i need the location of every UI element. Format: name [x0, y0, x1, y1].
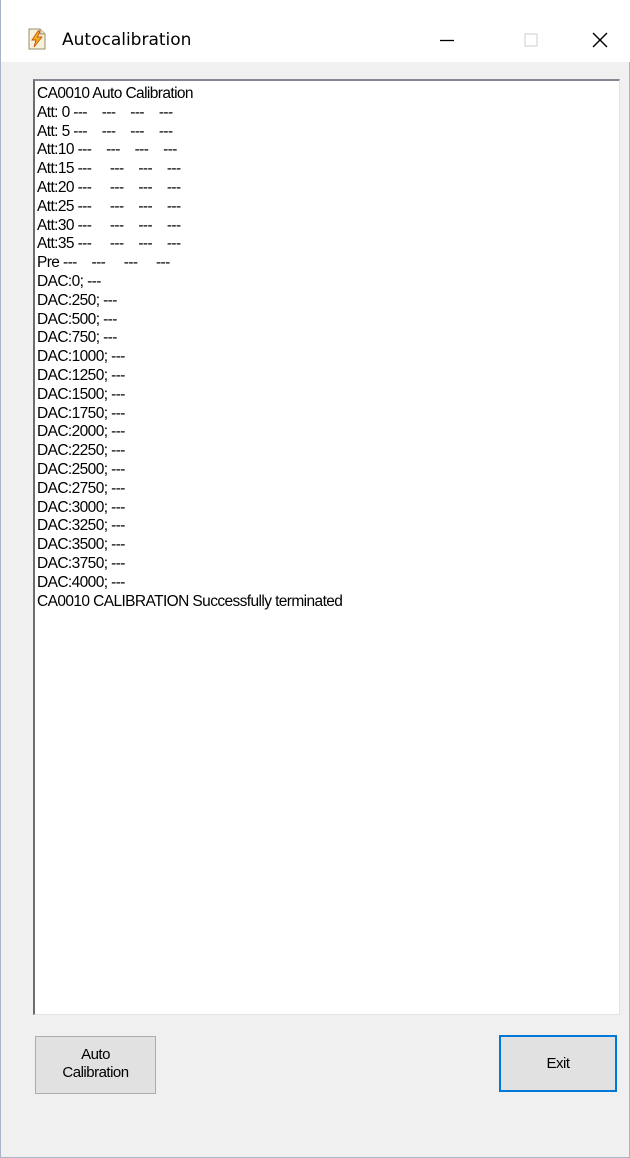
title-bar[interactable]: Autocalibration [1, 0, 630, 62]
auto-calibration-button[interactable]: Auto Calibration [35, 1036, 156, 1094]
log-line: DAC:250; --- [37, 291, 117, 309]
log-line: Att:15 --- --- --- --- [37, 160, 181, 178]
minimize-icon [440, 39, 454, 42]
log-line: DAC:750; --- [37, 329, 117, 347]
log-line: Att:20 --- --- --- --- [37, 178, 181, 196]
close-icon [592, 32, 608, 48]
log-line: DAC:3500; --- [37, 536, 125, 554]
calibration-log[interactable]: CA0010 Auto Calibration Att: 0 --- --- -… [33, 79, 620, 1015]
log-line: DAC:1500; --- [37, 385, 125, 403]
log-line: DAC:3000; --- [37, 498, 125, 516]
log-line: DAC:2500; --- [37, 460, 125, 478]
log-line: DAC:3750; --- [37, 554, 125, 572]
maximize-button[interactable] [508, 18, 554, 62]
log-line: DAC:1750; --- [37, 404, 125, 422]
log-line: DAC:1250; --- [37, 366, 125, 384]
window-title: Autocalibration [62, 30, 192, 50]
log-line: DAC:3250; --- [37, 517, 125, 535]
log-line: Att:10 --- --- --- --- [37, 141, 177, 159]
autocalibration-window: Autocalibration CA0010 Auto Calibration … [0, 0, 630, 1158]
log-line: Att:25 --- --- --- --- [37, 197, 181, 215]
minimize-button[interactable] [424, 18, 470, 62]
log-line: DAC:1000; --- [37, 348, 125, 366]
log-line: Att: 5 --- --- --- --- [37, 122, 173, 140]
maximize-icon [524, 33, 538, 47]
log-line: DAC:2750; --- [37, 479, 125, 497]
log-line: Pre --- --- --- --- [37, 254, 170, 272]
log-line: DAC:500; --- [37, 310, 117, 328]
log-line: Att:30 --- --- --- --- [37, 216, 181, 234]
log-line: Att: 0 --- --- --- --- [37, 103, 173, 121]
auto-calibration-label-line1: Auto [81, 1046, 110, 1063]
exit-button[interactable]: Exit [499, 1035, 617, 1092]
auto-calibration-label-line2: Calibration [62, 1064, 129, 1081]
log-line: Att:35 --- --- --- --- [37, 235, 181, 253]
log-line: CA0010 CALIBRATION Successfully terminat… [37, 592, 343, 610]
log-line: DAC:2000; --- [37, 423, 125, 441]
log-line: DAC:4000; --- [37, 573, 125, 591]
log-line: DAC:0; --- [37, 272, 101, 290]
log-line: CA0010 Auto Calibration [37, 85, 194, 102]
log-line: DAC:2250; --- [37, 442, 125, 460]
close-button[interactable] [577, 18, 623, 62]
app-icon [27, 28, 47, 50]
